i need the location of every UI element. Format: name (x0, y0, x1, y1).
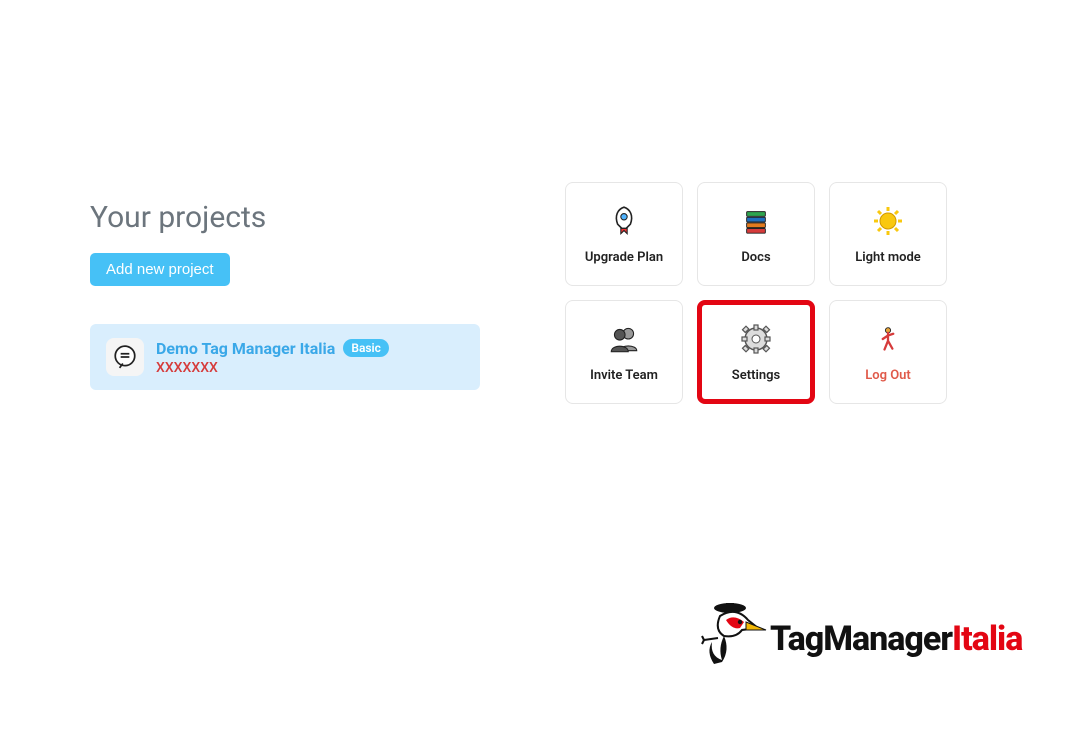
upgrade-plan-tile[interactable]: Upgrade Plan (565, 182, 683, 286)
project-card[interactable]: Demo Tag Manager Italia Basic XXXXXXX (90, 324, 480, 390)
actions-grid: Upgrade Plan Docs (565, 182, 947, 404)
tile-label: Settings (732, 368, 780, 383)
brand-logo: TagManagerItalia (700, 600, 1022, 678)
light-mode-tile[interactable]: Light mode (829, 182, 947, 286)
rocket-icon (607, 204, 641, 238)
log-out-tile[interactable]: Log Out (829, 300, 947, 404)
chat-bubble-icon (106, 338, 144, 376)
tile-label: Invite Team (590, 368, 658, 383)
brand-text-1: TagManager (770, 619, 952, 659)
projects-panel: Your projects Add new project Demo Tag M… (90, 200, 480, 390)
invite-team-tile[interactable]: Invite Team (565, 300, 683, 404)
tile-label: Docs (741, 250, 770, 265)
person-walking-icon (871, 322, 905, 356)
team-icon (607, 322, 641, 356)
tile-label: Upgrade Plan (585, 250, 663, 265)
add-new-project-button[interactable]: Add new project (90, 253, 230, 286)
project-title: Demo Tag Manager Italia (156, 339, 335, 358)
docs-tile[interactable]: Docs (697, 182, 815, 286)
project-subtitle: XXXXXXX (156, 360, 389, 376)
woodpecker-icon (700, 600, 768, 678)
project-info: Demo Tag Manager Italia Basic XXXXXXX (156, 339, 389, 376)
page-title: Your projects (90, 200, 480, 235)
brand-text-2: Italia (952, 619, 1022, 659)
tile-label: Light mode (855, 250, 921, 265)
plan-badge: Basic (343, 339, 389, 357)
tile-label: Log Out (865, 368, 911, 383)
sun-icon (871, 204, 905, 238)
settings-tile[interactable]: Settings (697, 300, 815, 404)
books-icon (739, 204, 773, 238)
gear-icon (739, 322, 773, 356)
